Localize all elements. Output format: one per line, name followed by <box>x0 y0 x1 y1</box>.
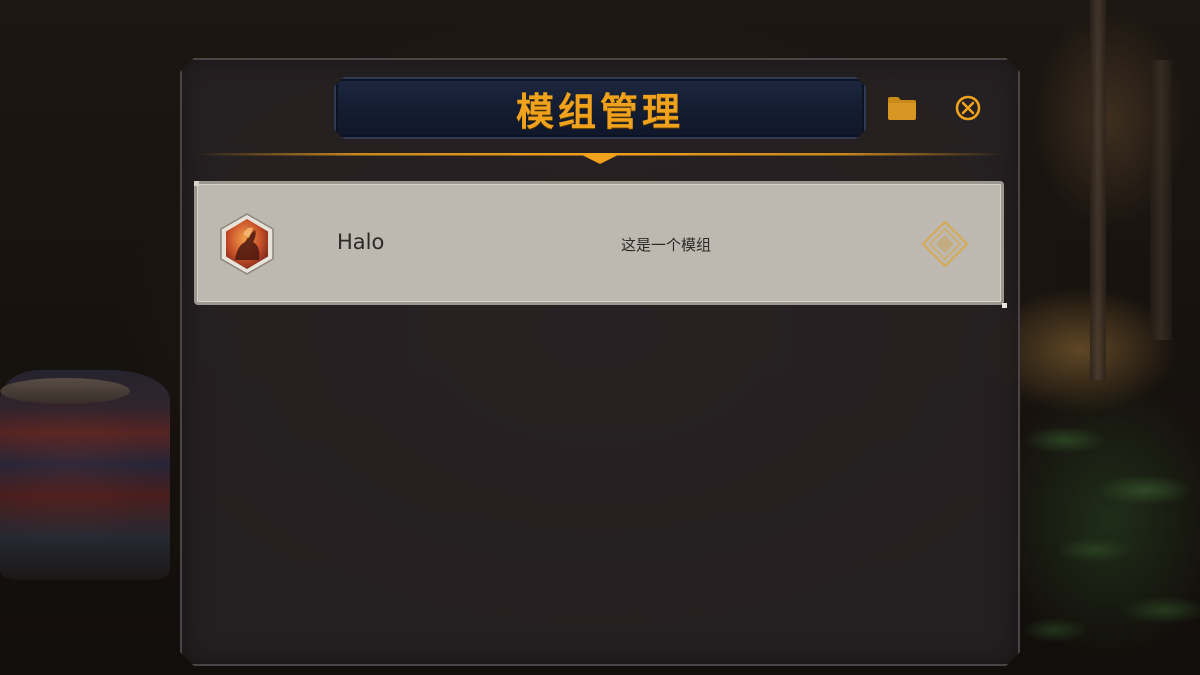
row-corner <box>1002 303 1007 308</box>
background-pillar <box>1150 60 1172 340</box>
title-divider <box>196 153 1004 164</box>
row-corner <box>194 181 199 186</box>
mod-portrait-icon <box>220 213 274 275</box>
mod-description: 这是一个模组 <box>621 236 712 254</box>
background-pillar <box>1090 0 1106 380</box>
diamond-toggle-icon[interactable] <box>921 220 969 268</box>
close-button[interactable] <box>954 94 982 122</box>
mod-name: Halo <box>337 230 385 254</box>
open-folder-button[interactable] <box>886 94 918 122</box>
mod-list-item[interactable]: Halo 这是一个模组 <box>194 181 1007 308</box>
dialog-title: 模组管理 <box>515 89 684 134</box>
folder-icon <box>888 97 916 120</box>
background-plant <box>1025 380 1200 675</box>
background-vase-rim <box>0 378 130 404</box>
close-icon <box>955 95 981 121</box>
